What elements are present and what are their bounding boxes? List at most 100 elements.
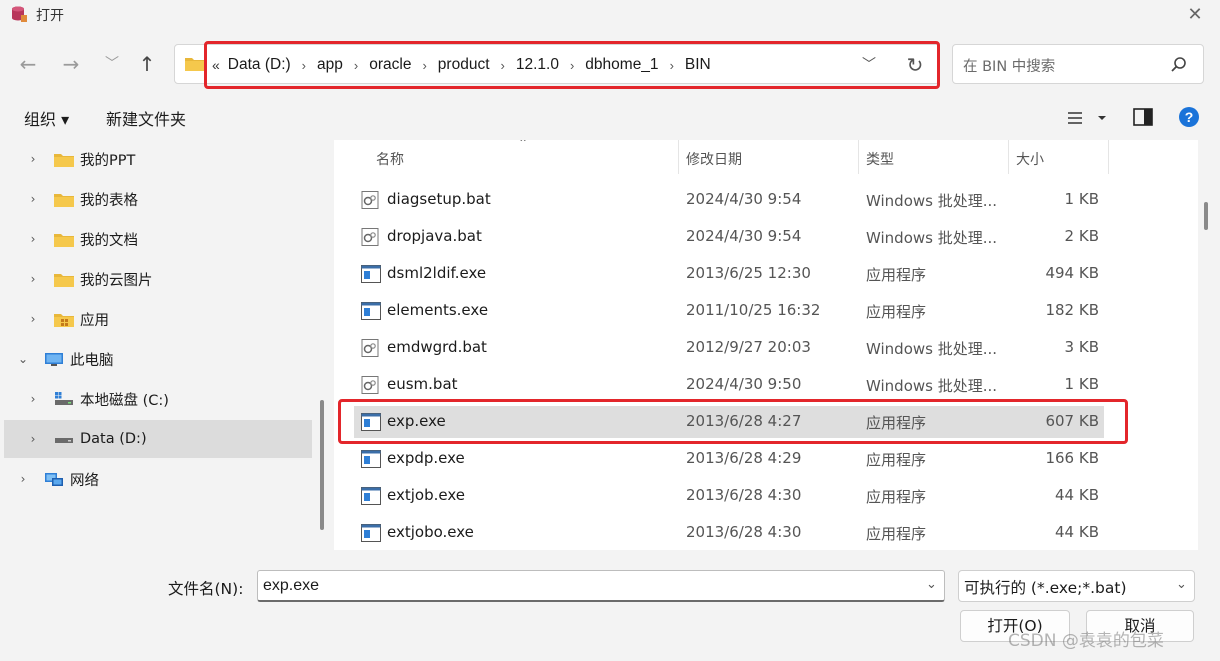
file-name: dropjava.bat bbox=[387, 227, 482, 245]
back-button[interactable]: ← bbox=[14, 50, 42, 78]
file-row[interactable]: extjob.exe 2013/6/28 4:30 应用程序 44 KB bbox=[354, 480, 1104, 512]
organize-button[interactable]: 组织 ▾ bbox=[24, 106, 69, 130]
file-type: 应用程序 bbox=[866, 266, 927, 284]
chevron-down-icon[interactable]: ⌄ bbox=[1176, 577, 1187, 592]
sidebar-item-label: 此电脑 bbox=[70, 352, 114, 369]
file-row[interactable]: diagsetup.bat 2024/4/30 9:54 Windows 批处理..… bbox=[354, 184, 1104, 216]
column-header-row: 名称 ⌃ 修改日期 类型 大小 bbox=[334, 140, 1198, 174]
column-divider[interactable] bbox=[1108, 140, 1109, 174]
sidebar-item-my-docs[interactable]: › 我的文档 bbox=[4, 220, 312, 258]
sort-up-icon: ⌃ bbox=[518, 140, 529, 150]
breadcrumb-item[interactable]: app bbox=[317, 56, 343, 74]
file-list-scrollbar[interactable] bbox=[1204, 202, 1208, 230]
chevron-right-icon[interactable]: › bbox=[26, 192, 40, 206]
file-type: 应用程序 bbox=[866, 525, 927, 543]
help-icon[interactable]: ? bbox=[1179, 107, 1199, 127]
chevron-right-icon[interactable]: › bbox=[16, 472, 30, 486]
file-size: 3 KB bbox=[1064, 338, 1099, 356]
file-row[interactable]: dsml2ldif.exe 2013/6/25 12:30 应用程序 494 KB bbox=[354, 258, 1104, 290]
sidebar-item-network[interactable]: › 网络 bbox=[4, 460, 312, 498]
breadcrumb-item[interactable]: product bbox=[438, 56, 490, 74]
file-name: elements.exe bbox=[387, 301, 489, 319]
chevron-right-icon[interactable]: › bbox=[26, 312, 40, 326]
window-title: 打开 bbox=[36, 8, 64, 24]
file-row[interactable]: extjobo.exe 2013/6/28 4:30 应用程序 44 KB bbox=[354, 517, 1104, 549]
new-folder-button[interactable]: 新建文件夹 bbox=[106, 106, 186, 130]
chevron-right-icon[interactable]: › bbox=[670, 58, 674, 73]
column-divider[interactable] bbox=[1008, 140, 1009, 174]
chevron-right-icon[interactable]: › bbox=[26, 272, 40, 286]
file-name: extjob.exe bbox=[387, 486, 465, 504]
up-button[interactable]: ↑ bbox=[133, 50, 161, 78]
file-size: 182 KB bbox=[1045, 301, 1099, 319]
sidebar-item-label: 我的文档 bbox=[80, 232, 138, 249]
watermark: CSDN @袁袁的包菜 bbox=[1008, 631, 1164, 651]
file-row[interactable]: exp.exe 2013/6/28 4:27 应用程序 607 KB bbox=[354, 406, 1104, 438]
sidebar-item-my-ppt[interactable]: › 我的PPT bbox=[4, 140, 312, 178]
file-date: 2024/4/30 9:54 bbox=[686, 227, 802, 245]
search-icon[interactable] bbox=[1170, 56, 1188, 74]
file-row[interactable]: dropjava.bat 2024/4/30 9:54 Windows 批处理...… bbox=[354, 221, 1104, 253]
recent-locations-button[interactable]: ﹀ bbox=[98, 50, 126, 78]
file-name: expdp.exe bbox=[387, 449, 465, 467]
sidebar-item-label: 网络 bbox=[70, 472, 99, 489]
close-button[interactable]: ✕ bbox=[1182, 3, 1208, 27]
chevron-right-icon[interactable]: › bbox=[570, 58, 574, 73]
filename-input[interactable] bbox=[257, 570, 945, 602]
preview-pane-icon[interactable] bbox=[1133, 108, 1153, 126]
chevron-right-icon[interactable]: › bbox=[26, 432, 40, 446]
chevron-right-icon[interactable]: › bbox=[422, 58, 426, 73]
column-header-name[interactable]: 名称 bbox=[376, 149, 404, 169]
file-name: dsml2ldif.exe bbox=[387, 264, 487, 282]
chevron-down-icon[interactable]: ⌄ bbox=[16, 352, 30, 366]
file-row[interactable]: expdp.exe 2013/6/28 4:29 应用程序 166 KB bbox=[354, 443, 1104, 475]
refresh-button[interactable]: ↻ bbox=[902, 52, 928, 78]
sidebar-item-my-cloud-pictures[interactable]: › 我的云图片 bbox=[4, 260, 312, 298]
chevron-right-icon[interactable]: › bbox=[26, 152, 40, 166]
sidebar-item-label: 应用 bbox=[80, 312, 109, 329]
chevron-right-icon[interactable]: › bbox=[26, 392, 40, 406]
file-date: 2013/6/28 4:29 bbox=[686, 449, 802, 467]
drive-icon bbox=[55, 437, 73, 443]
chevron-down-icon[interactable]: ﹀ bbox=[858, 54, 880, 76]
breadcrumb-item[interactable]: 12.1.0 bbox=[516, 56, 559, 74]
column-header-date[interactable]: 修改日期 bbox=[686, 149, 742, 169]
sidebar-item-label: 我的云图片 bbox=[80, 272, 153, 289]
chevron-right-icon[interactable]: › bbox=[501, 58, 505, 73]
sidebar-item-my-sheets[interactable]: › 我的表格 bbox=[4, 180, 312, 218]
sidebar-item-apps[interactable]: › 应用 bbox=[4, 300, 312, 338]
chevron-down-icon[interactable]: ⌄ bbox=[926, 577, 937, 592]
chevron-right-icon[interactable]: › bbox=[302, 58, 306, 73]
file-row[interactable]: eusm.bat 2024/4/30 9:50 Windows 批处理... 1 KB bbox=[354, 369, 1104, 401]
forward-button[interactable]: → bbox=[57, 50, 85, 78]
sidebar-scrollbar[interactable] bbox=[320, 400, 324, 530]
exe-file-icon bbox=[361, 413, 381, 431]
view-options-icon[interactable] bbox=[1066, 108, 1110, 130]
filename-value[interactable]: exp.exe bbox=[263, 577, 319, 595]
filetype-value[interactable]: 可执行的 (*.exe;*.bat) bbox=[964, 576, 1127, 598]
column-header-type[interactable]: 类型 bbox=[866, 149, 894, 169]
file-row[interactable]: elements.exe 2011/10/25 16:32 应用程序 182 KB bbox=[354, 295, 1104, 327]
file-type: 应用程序 bbox=[866, 451, 927, 469]
chevron-right-icon[interactable]: › bbox=[354, 58, 358, 73]
sidebar-item-this-pc[interactable]: ⌄ 此电脑 bbox=[4, 340, 312, 378]
breadcrumb-item[interactable]: oracle bbox=[369, 56, 411, 74]
file-list: 名称 ⌃ 修改日期 类型 大小 diagsetup.bat 2024/4/30 9… bbox=[334, 140, 1198, 550]
file-date: 2013/6/28 4:30 bbox=[686, 486, 802, 504]
breadcrumb-item[interactable]: dbhome_1 bbox=[585, 56, 658, 74]
column-header-size[interactable]: 大小 bbox=[1016, 149, 1044, 169]
computer-icon bbox=[45, 352, 63, 366]
column-divider[interactable] bbox=[858, 140, 859, 174]
sidebar-item-data-d[interactable]: › Data (D:) bbox=[4, 420, 312, 458]
file-type: 应用程序 bbox=[866, 488, 927, 506]
breadcrumb-item[interactable]: BIN bbox=[685, 56, 711, 74]
breadcrumb-item[interactable]: Data (D:) bbox=[228, 56, 291, 74]
chevron-right-icon[interactable]: › bbox=[26, 232, 40, 246]
file-date: 2013/6/25 12:30 bbox=[686, 264, 811, 282]
sidebar-item-local-disk-c[interactable]: › 本地磁盘 (C:) bbox=[4, 380, 312, 418]
breadcrumb-overflow-button[interactable]: « bbox=[212, 57, 220, 73]
column-divider[interactable] bbox=[678, 140, 679, 174]
breadcrumb: « Data (D:) › app › oracle › product › 1… bbox=[212, 54, 711, 76]
file-row[interactable]: emdwgrd.bat 2012/9/27 20:03 Windows 批处理...… bbox=[354, 332, 1104, 364]
database-icon bbox=[12, 6, 27, 22]
